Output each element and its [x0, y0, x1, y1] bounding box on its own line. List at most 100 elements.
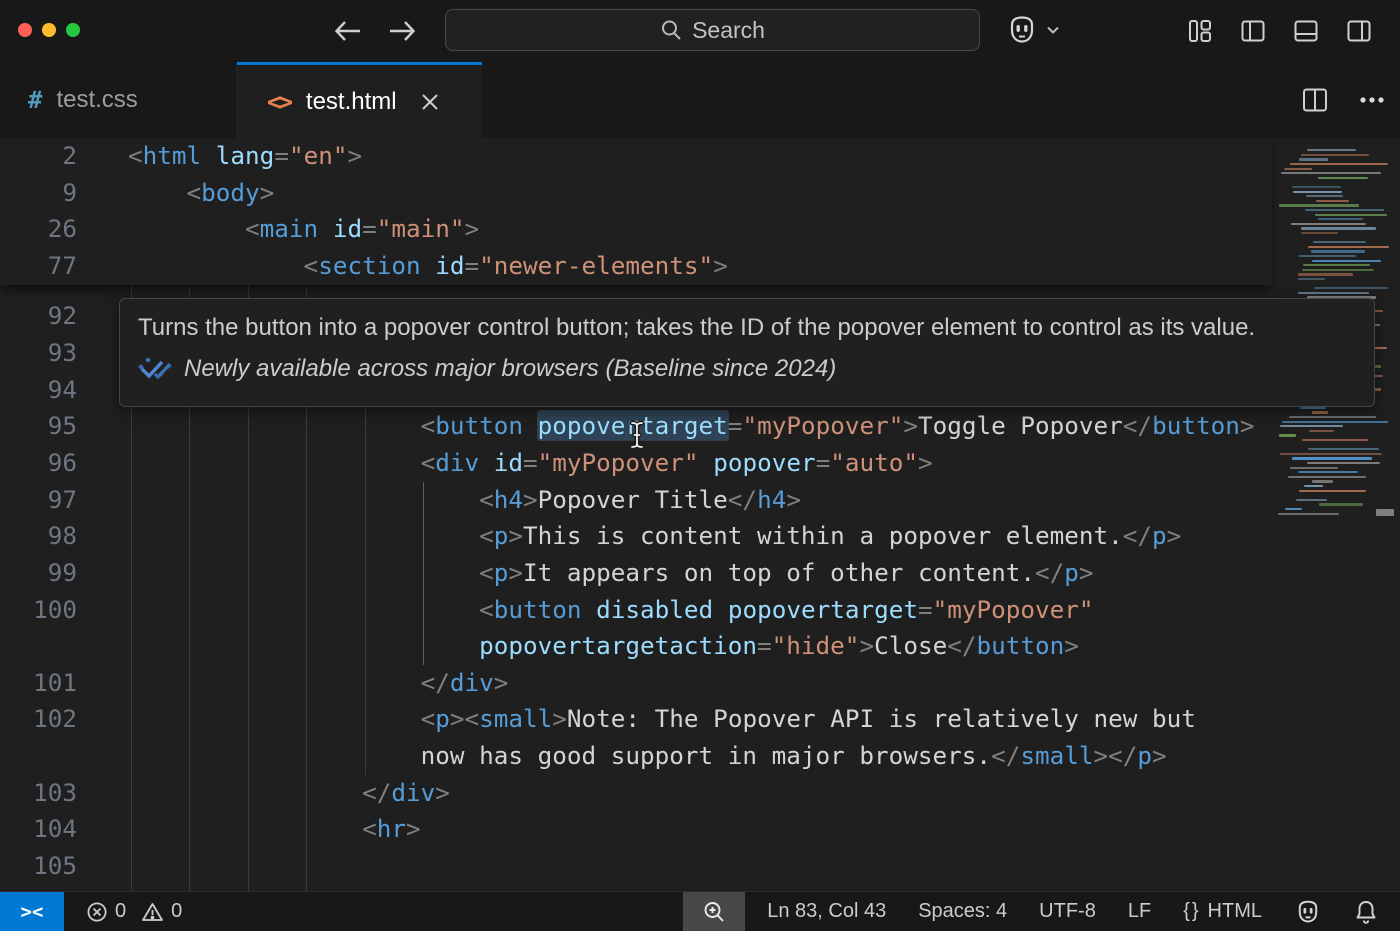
- hover-tooltip: Turns the button into a popover control …: [119, 298, 1375, 407]
- minimap-line: [1312, 480, 1333, 482]
- tab-test-html[interactable]: <> test.html: [237, 62, 482, 138]
- warning-icon: [141, 901, 164, 923]
- minimap-line: [1301, 232, 1338, 234]
- minimap-line: [1282, 421, 1388, 423]
- code-line[interactable]: 99 <p>It appears on top of other content…: [0, 555, 1272, 592]
- zoom-status-button[interactable]: [683, 892, 745, 931]
- code-line[interactable]: 103 </div>: [0, 775, 1272, 812]
- code-text: <p><small>Note: The Popover API is relat…: [128, 701, 1196, 738]
- bell-icon: [1354, 899, 1378, 925]
- navigate-forward-button[interactable]: [387, 16, 417, 46]
- code-text: now has good support in major browsers.<…: [128, 738, 1167, 775]
- language-value: HTML: [1208, 900, 1262, 923]
- minimap-line: [1296, 499, 1327, 501]
- navigate-back-button[interactable]: [333, 16, 363, 46]
- code-line[interactable]: 96 <div id="myPopover" popover="auto">: [0, 445, 1272, 482]
- copilot-status-button[interactable]: [1278, 892, 1338, 931]
- minimap-line: [1280, 453, 1382, 455]
- line-number: 96: [0, 445, 77, 482]
- code-text: <body>: [128, 175, 274, 212]
- close-icon: [419, 91, 441, 113]
- code-text: popovertargetaction="hide">Close</button…: [128, 628, 1079, 665]
- minimap-line: [1319, 503, 1363, 505]
- maximize-window-button[interactable]: [66, 23, 80, 37]
- line-number: 101: [0, 665, 77, 702]
- minimap-line: [1278, 513, 1339, 515]
- toggle-primary-sidebar-button[interactable]: [1239, 17, 1267, 45]
- line-number: 104: [0, 811, 77, 848]
- minimap-line: [1279, 204, 1359, 206]
- code-line[interactable]: 100 <button disabled popovertarget="myPo…: [0, 592, 1272, 629]
- code-text: <div id="myPopover" popover="auto">: [128, 445, 933, 482]
- notifications-button[interactable]: [1338, 892, 1394, 931]
- customize-layout-icon: [1186, 17, 1214, 45]
- minimap-line: [1298, 471, 1358, 473]
- code-text: <html lang="en">: [128, 138, 362, 175]
- minimap-line: [1309, 430, 1334, 432]
- minimap-line: [1316, 200, 1349, 202]
- baseline-check-icon: [138, 356, 174, 382]
- code-text: <hr>: [128, 811, 421, 848]
- code-text: <h4>Popover Title</h4>: [128, 482, 801, 519]
- code-line[interactable]: 97 <h4>Popover Title</h4>: [0, 482, 1272, 519]
- close-tab-button[interactable]: [419, 91, 441, 113]
- code-line[interactable]: 104 <hr>: [0, 811, 1272, 848]
- minimap[interactable]: [1272, 138, 1400, 891]
- code-text: <button popovertarget="myPopover">Toggle…: [128, 408, 1254, 445]
- code-line[interactable]: 98 <p>This is content within a popover e…: [0, 518, 1272, 555]
- code-line[interactable]: 105: [0, 848, 1272, 885]
- minimap-line: [1288, 476, 1366, 478]
- eol-button[interactable]: LF: [1112, 892, 1167, 931]
- minimap-line: [1318, 218, 1363, 220]
- code-line[interactable]: 102 <p><small>Note: The Popover API is r…: [0, 701, 1272, 738]
- minimap-line: [1301, 227, 1376, 229]
- warning-count: 0: [171, 900, 182, 923]
- problems-button[interactable]: 0 0: [70, 892, 198, 931]
- baseline-status-text: Newly available across major browsers (B…: [184, 355, 836, 383]
- toggle-secondary-sidebar-button[interactable]: [1345, 17, 1373, 45]
- code-line[interactable]: 2<html lang="en">: [0, 138, 1272, 175]
- line-number: 77: [0, 248, 77, 285]
- minimap-line: [1292, 457, 1372, 459]
- line-number: 103: [0, 775, 77, 812]
- status-bar: >< 0 0 Ln 83, Col 43 Spaces: 4 UTF-8 LF …: [0, 891, 1400, 931]
- line-number: 99: [0, 555, 77, 592]
- sidebar-right-icon: [1345, 17, 1373, 45]
- code-line[interactable]: 101 </div>: [0, 665, 1272, 702]
- copilot-menu-button[interactable]: [1005, 13, 1061, 47]
- indentation-button[interactable]: Spaces: 4: [902, 892, 1023, 931]
- spaces-value: Spaces: 4: [918, 900, 1007, 923]
- minimap-line: [1299, 490, 1366, 492]
- code-line[interactable]: 26 <main id="main">: [0, 211, 1272, 248]
- minimap-line: [1312, 260, 1381, 262]
- minimap-line: [1292, 186, 1341, 188]
- html-file-icon: <>: [267, 88, 290, 116]
- cursor-position-button[interactable]: Ln 83, Col 43: [751, 892, 902, 931]
- close-window-button[interactable]: [18, 23, 32, 37]
- language-mode-button[interactable]: {} HTML: [1167, 892, 1278, 931]
- code-text: <p>This is content within a popover elem…: [128, 518, 1181, 555]
- sidebar-left-icon: [1239, 17, 1267, 45]
- error-icon: [86, 901, 108, 923]
- toggle-panel-button[interactable]: [1292, 17, 1320, 45]
- minimap-line: [1285, 508, 1302, 510]
- code-line[interactable]: 9 <body>: [0, 175, 1272, 212]
- eol-value: LF: [1128, 900, 1151, 923]
- minimap-line: [1315, 214, 1387, 216]
- code-editor[interactable]: 92939495 <button popovertarget="myPopove…: [0, 138, 1400, 891]
- minimap-line: [1300, 407, 1326, 409]
- more-actions-button[interactable]: [1358, 86, 1386, 114]
- code-line[interactable]: 77 <section id="newer-elements">: [0, 248, 1272, 285]
- line-number: 26: [0, 211, 77, 248]
- code-line[interactable]: now has good support in major browsers.<…: [0, 738, 1272, 775]
- minimap-line: [1291, 223, 1366, 225]
- command-center-search[interactable]: Search: [445, 9, 980, 51]
- minimize-window-button[interactable]: [42, 23, 56, 37]
- remote-indicator-button[interactable]: ><: [0, 892, 64, 931]
- code-line[interactable]: popovertargetaction="hide">Close</button…: [0, 628, 1272, 665]
- code-text: [128, 848, 362, 885]
- encoding-button[interactable]: UTF-8: [1023, 892, 1112, 931]
- customize-layout-button[interactable]: [1186, 17, 1214, 45]
- tab-test-css[interactable]: # test.css: [0, 62, 237, 138]
- split-editor-button[interactable]: [1300, 85, 1330, 115]
